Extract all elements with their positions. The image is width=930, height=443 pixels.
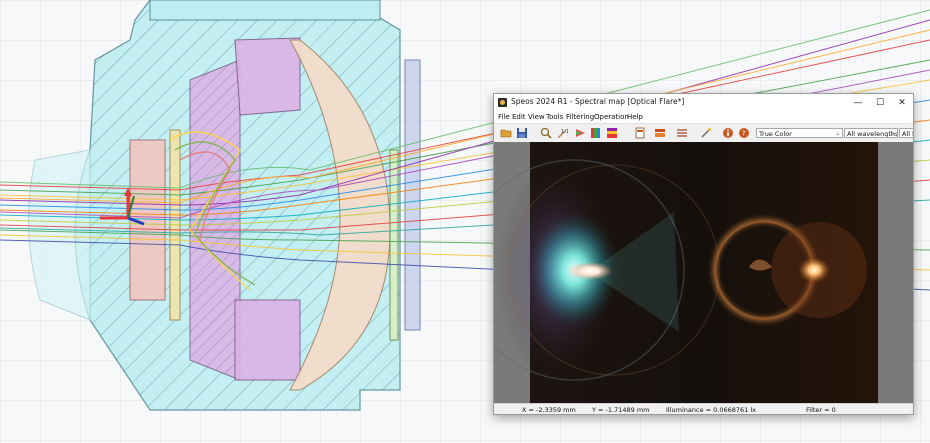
help-icon[interactable]: ? xyxy=(738,127,750,139)
layers-icon[interactable] xyxy=(654,127,666,139)
menu-help[interactable]: Help xyxy=(627,113,643,121)
layer-select[interactable]: All la xyxy=(899,128,913,138)
status-bar: X = -2.3359 mm Y = -1.71489 mm Illuminan… xyxy=(494,403,913,414)
list-icon[interactable] xyxy=(676,127,688,139)
chevron-down-icon: ⌄ xyxy=(834,130,840,137)
optical-flare-map xyxy=(494,142,878,403)
palette-icon[interactable] xyxy=(606,127,618,139)
svg-text:1:1: 1:1 xyxy=(561,129,568,135)
color-mode-value: True Color xyxy=(759,130,792,138)
status-illuminance: Illuminance = 0.0668761 lx xyxy=(666,406,757,414)
spectrum-icon[interactable] xyxy=(574,127,586,139)
menu-operation[interactable]: Operation xyxy=(594,113,629,121)
status-x: X = -2.3359 mm xyxy=(522,406,576,414)
color-icon[interactable] xyxy=(590,127,602,139)
wavelength-select[interactable]: All wavelengths ⌄ xyxy=(844,128,898,138)
app-logo-icon xyxy=(498,98,507,107)
toolbar: 1:1 ? True Color ⌄ All wavelengths ⌄ All… xyxy=(494,123,913,143)
maximize-button[interactable]: ☐ xyxy=(869,95,891,111)
tool-icon[interactable]: 1:1 xyxy=(556,127,568,139)
save-icon[interactable] xyxy=(516,127,528,139)
info-icon[interactable] xyxy=(722,127,734,139)
menu-filtering[interactable]: Filtering xyxy=(566,113,594,121)
menu-edit[interactable]: Edit xyxy=(512,113,526,121)
window-titlebar[interactable]: Speos 2024 R1 - Spectral map [Optical Fl… xyxy=(494,94,913,112)
chevron-down-icon: ⌄ xyxy=(889,130,895,137)
svg-text:?: ? xyxy=(742,130,746,138)
status-y: Y = -1.71489 mm xyxy=(592,406,650,414)
wand-icon[interactable] xyxy=(700,127,712,139)
spectral-map-window[interactable]: Speos 2024 R1 - Spectral map [Optical Fl… xyxy=(493,93,914,415)
status-filter: Filter = 0 xyxy=(806,406,836,414)
layer-value: All la xyxy=(902,130,913,138)
document-icon[interactable] xyxy=(634,127,646,139)
close-button[interactable]: ✕ xyxy=(891,95,913,111)
menu-file[interactable]: File xyxy=(498,113,510,121)
menu-view[interactable]: View xyxy=(528,113,545,121)
zoom-icon[interactable] xyxy=(540,127,552,139)
open-icon[interactable] xyxy=(500,127,512,139)
minimize-button[interactable]: — xyxy=(847,95,869,111)
menu-tools[interactable]: Tools xyxy=(546,113,563,121)
color-mode-select[interactable]: True Color ⌄ xyxy=(756,128,843,138)
menu-bar: File Edit View Tools Filtering Operation… xyxy=(494,112,913,123)
window-title: Speos 2024 R1 - Spectral map [Optical Fl… xyxy=(511,97,685,106)
spectral-map-viewport[interactable] xyxy=(494,142,913,403)
